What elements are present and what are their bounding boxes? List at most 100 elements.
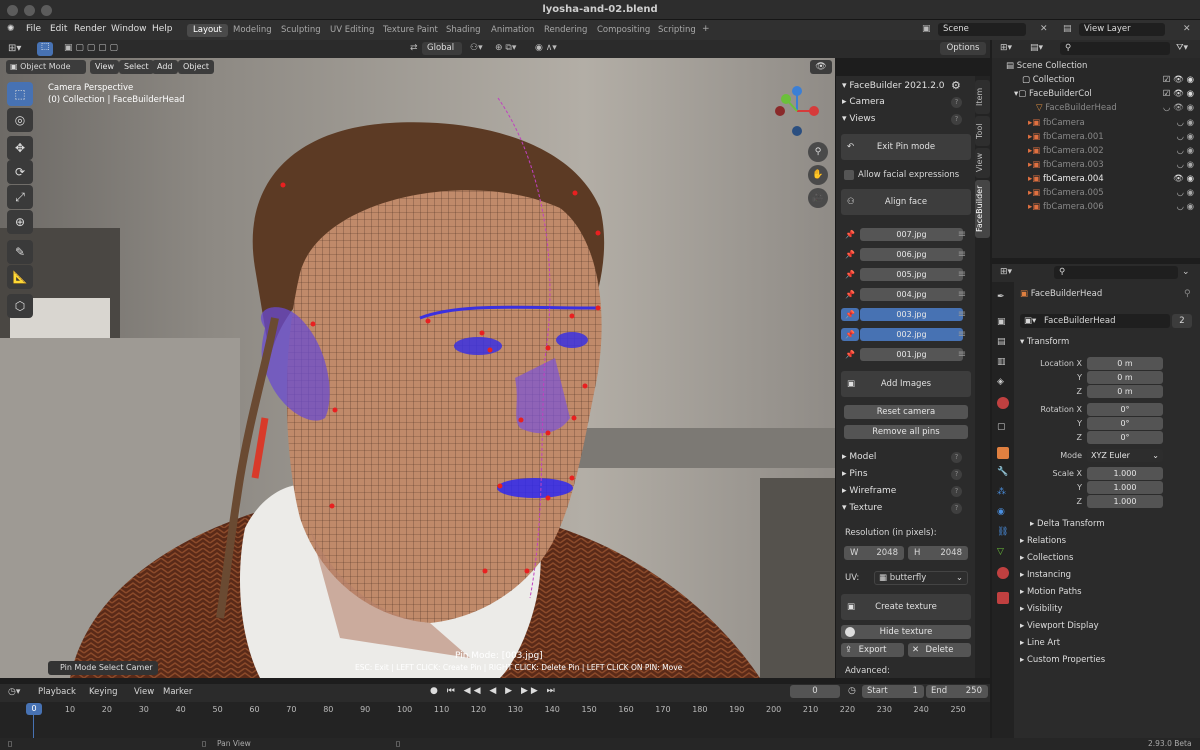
custom-properties-panel-header[interactable]: ▸ Custom Properties (1020, 653, 1195, 667)
rotation-y-field[interactable]: 0° (1087, 417, 1163, 430)
visibility-toggles[interactable]: ☑ 👁 ◉ (1163, 73, 1194, 87)
scale-tool-icon[interactable]: ⤢ (7, 185, 33, 209)
view-layer-icon[interactable]: ▥ (997, 357, 1009, 369)
playhead-frame-label[interactable]: 0 (26, 703, 42, 715)
visibility-toggles[interactable]: ◡ ◉ (1176, 158, 1194, 172)
pin-icon[interactable]: ⚲ (1184, 289, 1191, 299)
playback-controls[interactable]: ● ⏮ ◀◀ ◀ ▶ ▶▶ ⏭ (430, 686, 558, 696)
tab-item[interactable]: Item (975, 80, 990, 114)
outliner-row[interactable]: ▸▣ fbCamera.003 ◡ ◉ (992, 158, 1200, 172)
data-icon[interactable]: ▽ (997, 547, 1009, 559)
pin-icon[interactable]: 📌 (841, 268, 859, 281)
menu-file[interactable]: File (26, 24, 41, 34)
tab-uv-editing[interactable]: UV Editing (324, 24, 380, 37)
relations-panel-header[interactable]: ▸ Relations (1020, 534, 1195, 548)
visibility-toggles[interactable]: 👁 ◉ (1173, 172, 1194, 186)
menu-window[interactable]: Window (111, 24, 147, 34)
uv-dropdown[interactable]: ▦ butterfly ⌄ (874, 571, 968, 585)
menu-icon[interactable]: ≡ (956, 348, 968, 361)
outliner-row[interactable]: ▸▣ fbCamera.002 ◡ ◉ (992, 144, 1200, 158)
delta-transform-header[interactable]: ▸ Delta Transform (1030, 517, 1200, 531)
pin-icon[interactable]: 📌 (841, 248, 859, 261)
menu-icon[interactable]: ≡ (956, 268, 968, 281)
camera-view-icon[interactable]: 🎥 (808, 188, 828, 208)
properties-editor-icon[interactable]: ⊞▾ (1000, 267, 1012, 277)
help-icon[interactable]: ? (951, 503, 962, 514)
image-item[interactable]: 002.jpg (860, 328, 963, 341)
tab-view[interactable]: View (975, 148, 990, 178)
material-icon[interactable] (997, 567, 1009, 579)
close-view-layer-icon[interactable]: ✕ (1183, 24, 1191, 34)
menu-icon[interactable]: ≡ (956, 288, 968, 301)
tab-modeling[interactable]: Modeling (227, 24, 278, 37)
tab-scripting[interactable]: Scripting (652, 24, 702, 37)
tab-texture-paint[interactable]: Texture Paint (377, 24, 444, 37)
texture-icon[interactable] (997, 592, 1009, 604)
resolution-height-field[interactable]: H 2048 (908, 546, 968, 560)
align-face-button[interactable]: ⚇ Align face (841, 189, 971, 215)
menu-object[interactable]: Object (178, 60, 215, 74)
location-x-field[interactable]: 0 m (1087, 357, 1163, 370)
outliner-search-input[interactable]: ⚲ (1060, 42, 1170, 55)
snap-icon[interactable]: ⊕ ⧉▾ (495, 43, 516, 53)
menu-playback[interactable]: Playback (38, 687, 76, 697)
pivot-icon[interactable]: ⚇▾ (470, 43, 483, 53)
help-icon[interactable]: ? (951, 452, 962, 463)
close-scene-icon[interactable]: ✕ (1040, 24, 1048, 34)
menu-select[interactable]: Select (119, 60, 154, 74)
tab-tool[interactable]: Tool (975, 116, 990, 146)
outliner-editor-icon[interactable]: ⊞▾ (1000, 43, 1012, 53)
mode-dropdown[interactable]: ▣ Object Mode (6, 60, 86, 74)
view-layer-field[interactable]: View Layer (1079, 23, 1165, 36)
collection-icon[interactable]: ▢ (997, 422, 1009, 434)
proportional-edit-icon[interactable]: ◉ ∧▾ (535, 43, 557, 53)
menu-render[interactable]: Render (74, 24, 106, 34)
delete-button[interactable]: ✕ Delete (908, 643, 971, 657)
pin-icon[interactable]: 📌 (841, 348, 859, 361)
pin-icon[interactable]: 📌 (841, 328, 859, 341)
tab-animation[interactable]: Animation (485, 24, 540, 37)
location-y-field[interactable]: 0 m (1087, 371, 1163, 384)
rotation-mode-dropdown[interactable]: XYZ Euler ⌄ (1087, 449, 1163, 462)
reset-camera-button[interactable]: Reset camera (844, 405, 968, 419)
properties-search-input[interactable]: ⚲ (1054, 266, 1178, 279)
menu-icon[interactable]: ≡ (956, 328, 968, 341)
remove-all-pins-button[interactable]: Remove all pins (844, 425, 968, 439)
scene-collection-row[interactable]: ▤ Scene Collection (992, 59, 1200, 73)
particles-icon[interactable]: ⁂ (997, 487, 1009, 499)
hide-texture-toggle[interactable]: Hide texture (841, 625, 971, 639)
tab-layout[interactable]: Layout (187, 24, 228, 37)
visibility-toggles[interactable]: ◡ ◉ (1176, 186, 1194, 200)
tab-rendering[interactable]: Rendering (538, 24, 593, 37)
visibility-toggles[interactable]: ◡ ◉ (1176, 144, 1194, 158)
pin-icon[interactable]: 📌 (841, 288, 859, 301)
pin-icon[interactable]: 📌 (841, 308, 859, 321)
outliner-row[interactable]: ▢ Collection ☑ 👁 ◉ (992, 73, 1200, 87)
visibility-toggles[interactable]: ◡ 👁 ◉ (1163, 101, 1194, 115)
help-icon[interactable]: ? (951, 97, 962, 108)
menu-add[interactable]: Add (152, 60, 178, 74)
menu-view[interactable]: View (134, 687, 154, 697)
add-cube-tool-icon[interactable]: ⬡ (7, 294, 33, 318)
visibility-toggles[interactable]: ◡ ◉ (1176, 200, 1194, 214)
line-art-panel-header[interactable]: ▸ Line Art (1020, 636, 1195, 650)
pin-icon[interactable]: 📌 (841, 228, 859, 241)
export-button[interactable]: ⇪ Export (841, 643, 904, 657)
navigation-gizmo[interactable] (772, 83, 822, 138)
resolution-width-field[interactable]: W 2048 (844, 546, 904, 560)
viewport-display-panel-header[interactable]: ▸ Viewport Display (1020, 619, 1195, 633)
output-icon[interactable]: ▤ (997, 337, 1009, 349)
move-tool-icon[interactable]: ✥ (7, 136, 33, 160)
help-icon[interactable]: ? (951, 469, 962, 480)
visibility-icon[interactable]: 👁 (810, 60, 832, 74)
image-item[interactable]: 001.jpg (860, 348, 963, 361)
modifier-icon[interactable]: 🔧 (997, 467, 1009, 479)
motion-paths-panel-header[interactable]: ▸ Motion Paths (1020, 585, 1195, 599)
current-frame-field[interactable]: 0 (790, 685, 840, 698)
world-icon[interactable] (997, 397, 1009, 409)
image-item[interactable]: 006.jpg (860, 248, 963, 261)
visibility-panel-header[interactable]: ▸ Visibility (1020, 602, 1195, 616)
visibility-toggles[interactable]: ☑ 👁 ◉ (1163, 87, 1194, 101)
menu-icon[interactable]: ≡ (956, 228, 968, 241)
instancing-panel-header[interactable]: ▸ Instancing (1020, 568, 1195, 582)
